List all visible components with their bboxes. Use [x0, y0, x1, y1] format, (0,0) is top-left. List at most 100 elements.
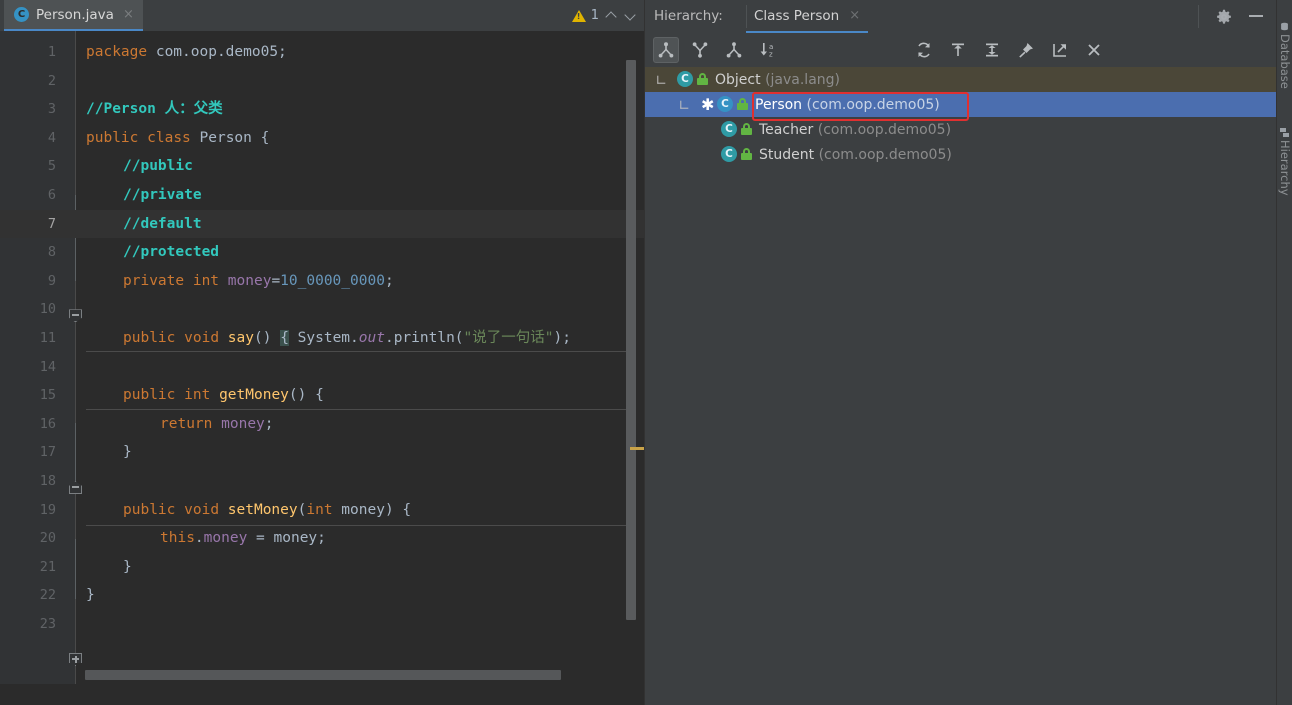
- line-content: public void say() { System.out.println("…: [123, 324, 571, 353]
- line-content: }: [123, 558, 132, 575]
- close-icon[interactable]: ×: [123, 8, 134, 21]
- tree-item-package: (com.oop.demo05): [806, 96, 940, 113]
- field-name: money: [221, 415, 265, 432]
- tree-row-teacher[interactable]: C Teacher (com.oop.demo05): [645, 117, 1277, 142]
- hierarchy-title: Hierarchy:: [654, 8, 723, 24]
- sort-alphabetically-button[interactable]: a z: [755, 37, 781, 63]
- line-number: 15: [39, 387, 56, 404]
- line-number: 3: [47, 101, 56, 118]
- code-line: 15 public int getMoney() {: [0, 381, 645, 410]
- hierarchy-header: Hierarchy: Class Person ×: [645, 0, 1277, 33]
- dot-token: .: [194, 530, 204, 547]
- editor-tab-person-java[interactable]: C Person.java ×: [4, 0, 143, 31]
- inspection-widget[interactable]: 1: [571, 0, 639, 31]
- keyword-token: public: [123, 330, 176, 346]
- minimize-icon[interactable]: [1249, 15, 1263, 17]
- tree-item-package: (com.oop.demo05): [817, 121, 952, 138]
- code-line: 22 }: [0, 581, 645, 610]
- chevron-down-icon[interactable]: [675, 94, 695, 114]
- code-line: 17 }: [0, 438, 645, 467]
- gutter-footer: [0, 663, 75, 684]
- line-number: 16: [39, 415, 56, 432]
- tree-row-object[interactable]: C Object (java.lang): [645, 67, 1277, 92]
- keyword-token: int: [306, 501, 333, 518]
- code-line: 9 private int money=10_0000_0000;: [0, 267, 645, 296]
- hierarchy-tree[interactable]: C Object (java.lang) ✱ C Person (com.oop…: [645, 67, 1277, 705]
- line-content: }: [123, 444, 132, 461]
- code-line: 19 public void setMoney(int money) {: [0, 496, 645, 525]
- previous-problem-icon[interactable]: [604, 9, 618, 23]
- tree-item-name: Person: [755, 96, 803, 113]
- line-content: package com.oop.demo05;: [86, 38, 287, 67]
- class-hierarchy-button[interactable]: [653, 37, 679, 63]
- hierarchy-tab-class-person[interactable]: Class Person ×: [746, 0, 869, 33]
- line-number: 20: [39, 530, 56, 547]
- number-literal: 10_0000_0000: [280, 272, 385, 289]
- class-name: Person: [199, 129, 252, 146]
- line-content: public class Person {: [86, 124, 269, 153]
- chevron-down-icon[interactable]: [652, 69, 672, 89]
- line-content: //Person 人：父类: [86, 101, 223, 118]
- keyword-token: public: [123, 501, 176, 518]
- line-number: 18: [39, 473, 56, 489]
- folded-region-brace[interactable]: {: [280, 330, 289, 346]
- tree-row-person[interactable]: ✱ C Person (com.oop.demo05): [645, 92, 1277, 117]
- code-line: 6 //private: [0, 181, 645, 210]
- string-literal: "说了一句话": [463, 330, 554, 346]
- export-button[interactable]: [1047, 37, 1073, 63]
- editor-tab-bar: C Person.java × 1: [0, 0, 645, 31]
- semicolon-token: ;: [384, 272, 394, 289]
- editor-pane: C Person.java × 1 1: [0, 0, 645, 705]
- warning-triangle-icon: [571, 9, 586, 22]
- line-number: 5: [47, 158, 56, 175]
- class-icon: C: [721, 121, 737, 137]
- keyword-token: return: [160, 415, 213, 432]
- line-number: 19: [39, 501, 56, 518]
- collapse-all-button[interactable]: [979, 37, 1005, 63]
- code-line: 3 //Person 人：父类: [0, 95, 645, 124]
- line-number: 23: [39, 616, 56, 632]
- refresh-button[interactable]: [911, 37, 937, 63]
- database-tool-label[interactable]: Database: [1277, 34, 1292, 89]
- horizontal-scrollbar-thumb[interactable]: [85, 670, 561, 680]
- warning-marker[interactable]: [630, 447, 644, 450]
- subtypes-hierarchy-button[interactable]: [721, 37, 747, 63]
- line-number: 14: [39, 358, 56, 375]
- expand-all-button[interactable]: [945, 37, 971, 63]
- tail-token: () {: [288, 387, 324, 404]
- line-content: public int getMoney() {: [123, 381, 324, 410]
- vertical-scrollbar-thumb[interactable]: [626, 60, 636, 620]
- supertypes-hierarchy-button[interactable]: [687, 37, 713, 63]
- hierarchy-tool-label[interactable]: Hierarchy: [1277, 140, 1292, 196]
- keyword-token: public: [123, 387, 176, 404]
- code-line: 1 package com.oop.demo05;: [0, 38, 645, 67]
- hierarchy-icon: [1280, 126, 1289, 137]
- close-icon[interactable]: ×: [849, 8, 860, 23]
- gear-icon[interactable]: [1216, 9, 1232, 25]
- line-content: this.money = money;: [160, 524, 326, 553]
- code-line: 5 //public: [0, 152, 645, 323]
- method-name: getMoney: [219, 387, 289, 404]
- class-icon: C: [717, 96, 733, 112]
- code-line-caret: 7 //default: [0, 209, 645, 239]
- field-name: money: [227, 272, 272, 289]
- hierarchy-pane: Hierarchy: Class Person × a z C Object (…: [645, 0, 1277, 705]
- code-line-folded: 11 public void say() { System.out.printl…: [0, 324, 645, 666]
- close-button[interactable]: [1081, 37, 1107, 63]
- semicolon-token: ;: [317, 530, 326, 547]
- line-number: 21: [39, 558, 56, 575]
- tree-row-student[interactable]: C Student (com.oop.demo05): [645, 142, 1277, 167]
- pin-button[interactable]: [1013, 37, 1039, 63]
- tree-label: Teacher (com.oop.demo05): [759, 122, 951, 138]
- class-icon: C: [721, 146, 737, 162]
- hierarchy-tab-label: Class Person: [754, 7, 840, 24]
- code-line: 8 //protected: [0, 238, 645, 495]
- operator-token: =: [247, 530, 274, 547]
- code-editor[interactable]: 1 package com.oop.demo05; 2 3 //Person 人…: [0, 31, 645, 684]
- line-number: 11: [39, 330, 56, 346]
- next-problem-icon[interactable]: [623, 9, 637, 23]
- keyword-token: package: [86, 44, 148, 60]
- public-lock-icon: [697, 73, 708, 85]
- horizontal-scrollbar[interactable]: [76, 663, 645, 684]
- code-line: 4 public class Person {: [0, 124, 645, 237]
